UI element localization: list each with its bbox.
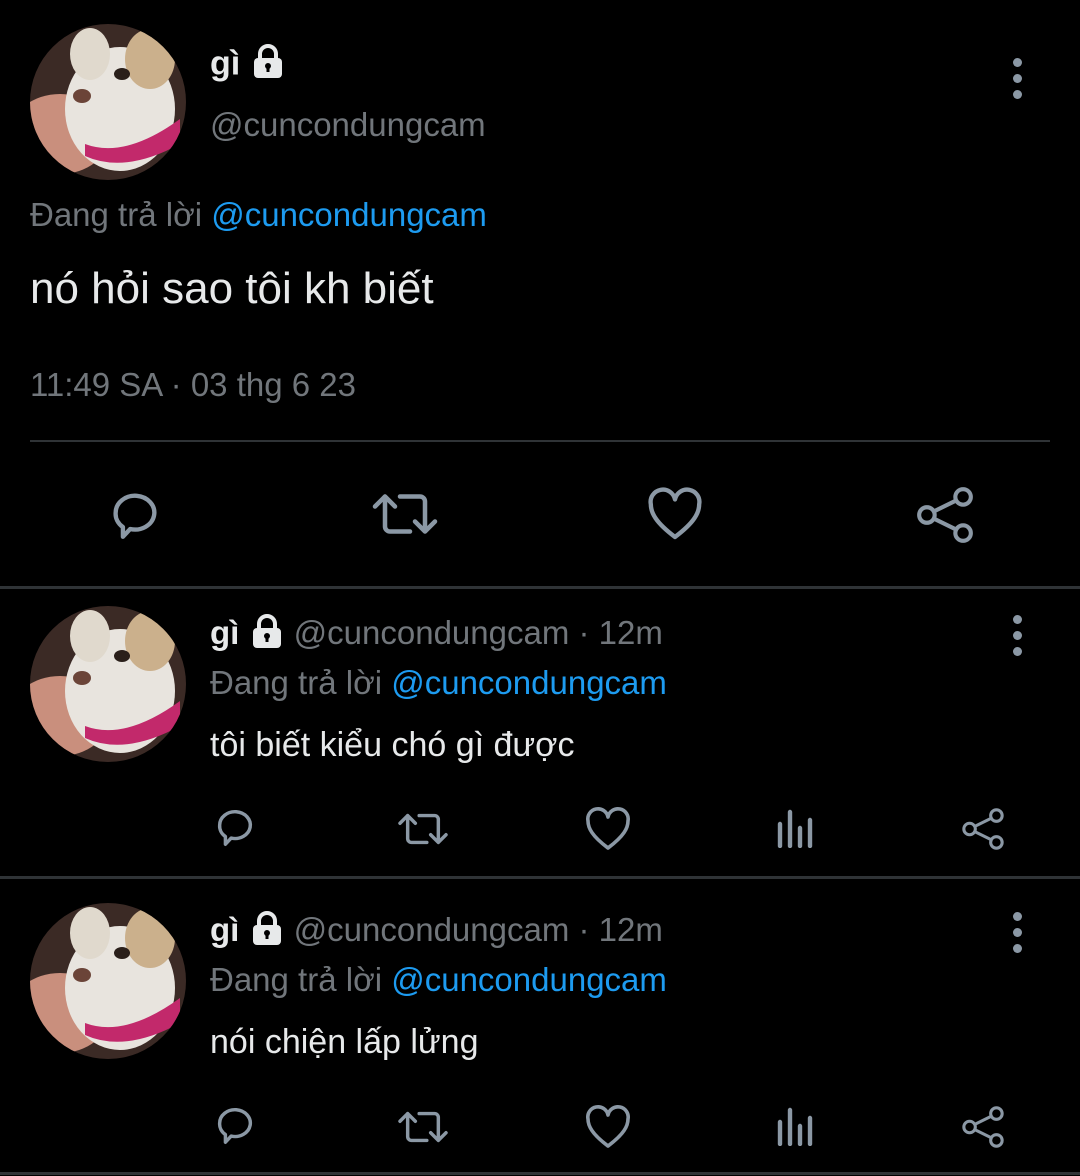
handle[interactable]: @cuncondungcam bbox=[210, 106, 486, 144]
replying-to: Đang trả lời @cuncondungcam bbox=[30, 196, 487, 233]
section-divider bbox=[0, 1172, 1080, 1175]
handle[interactable]: @cuncondungcam bbox=[294, 614, 570, 651]
views-icon[interactable] bbox=[776, 1106, 816, 1146]
reply-icon[interactable] bbox=[212, 1102, 258, 1148]
retweet-icon[interactable] bbox=[370, 484, 440, 544]
display-name[interactable]: gì bbox=[210, 44, 286, 87]
reply-header: gì @cuncondungcam · 12m bbox=[210, 911, 663, 953]
timestamp: 11:49 SA · 03 thg 6 23 bbox=[30, 366, 356, 403]
relative-time[interactable]: · 12m bbox=[579, 614, 663, 651]
heart-icon[interactable] bbox=[584, 1104, 632, 1150]
retweet-icon[interactable] bbox=[396, 806, 450, 852]
display-name[interactable]: gì bbox=[210, 614, 239, 651]
section-divider bbox=[0, 586, 1080, 589]
avatar[interactable] bbox=[30, 606, 186, 762]
mention-link[interactable]: @cuncondungcam bbox=[391, 664, 667, 701]
replying-to: Đang trả lời @cuncondungcam bbox=[210, 961, 667, 998]
share-icon[interactable] bbox=[960, 1104, 1006, 1150]
reply-icon[interactable] bbox=[212, 804, 258, 850]
lock-icon bbox=[249, 614, 285, 656]
reply-header: gì @cuncondungcam · 12m bbox=[210, 614, 663, 656]
display-name[interactable]: gì bbox=[210, 911, 239, 948]
retweet-icon[interactable] bbox=[396, 1104, 450, 1150]
share-icon[interactable] bbox=[960, 806, 1006, 852]
more-icon[interactable] bbox=[1007, 912, 1027, 953]
divider bbox=[30, 440, 1050, 442]
handle[interactable]: @cuncondungcam bbox=[294, 911, 570, 948]
share-icon[interactable] bbox=[914, 484, 976, 546]
avatar[interactable] bbox=[30, 903, 186, 1059]
section-divider bbox=[0, 876, 1080, 879]
lock-icon bbox=[250, 44, 286, 87]
relative-time[interactable]: · 12m bbox=[579, 911, 663, 948]
tweet-text: nó hỏi sao tôi kh biết bbox=[30, 264, 434, 313]
mention-link[interactable]: @cuncondungcam bbox=[391, 961, 667, 998]
views-icon[interactable] bbox=[776, 808, 816, 848]
more-icon[interactable] bbox=[1007, 58, 1027, 99]
tweet-text: nói chiện lấp lửng bbox=[210, 1023, 479, 1061]
more-icon[interactable] bbox=[1007, 615, 1027, 656]
mention-link[interactable]: @cuncondungcam bbox=[211, 196, 487, 233]
tweet-text: tôi biết kiểu chó gì được bbox=[210, 726, 575, 764]
avatar[interactable] bbox=[30, 24, 186, 180]
heart-icon[interactable] bbox=[646, 486, 704, 542]
heart-icon[interactable] bbox=[584, 806, 632, 852]
lock-icon bbox=[249, 911, 285, 953]
reply-icon[interactable] bbox=[106, 486, 164, 544]
replying-to: Đang trả lời @cuncondungcam bbox=[210, 664, 667, 701]
